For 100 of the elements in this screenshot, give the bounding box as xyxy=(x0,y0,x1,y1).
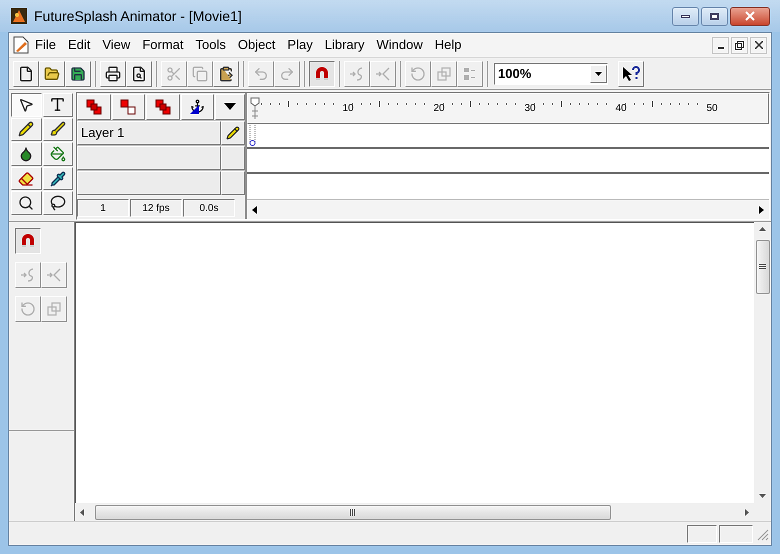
straighten-icon xyxy=(375,66,391,82)
current-layer-pencil-icon xyxy=(226,126,240,140)
copy-icon xyxy=(192,66,208,82)
ruler-label: 10 xyxy=(341,104,355,114)
save-icon xyxy=(70,66,86,82)
print-preview-icon xyxy=(131,66,147,82)
scroll-thumb[interactable] xyxy=(756,240,770,294)
menu-item[interactable]: File xyxy=(29,33,62,57)
undo-icon xyxy=(253,66,269,82)
filled-squares-button[interactable] xyxy=(146,94,180,120)
menu-item[interactable]: Help xyxy=(428,33,468,57)
magnet-icon xyxy=(20,233,36,249)
outlined-squares-button[interactable] xyxy=(112,94,146,120)
menu-item[interactable]: Window xyxy=(370,33,429,57)
new-file-button[interactable] xyxy=(13,60,39,86)
zoom-dropdown[interactable]: 100% xyxy=(494,62,608,84)
eyedropper-icon xyxy=(50,170,66,187)
print-button[interactable] xyxy=(100,60,126,86)
print-preview-button[interactable] xyxy=(126,60,152,86)
context-help-button[interactable] xyxy=(618,60,644,86)
magnet-button[interactable] xyxy=(15,228,41,254)
ruler-label: 20 xyxy=(432,104,446,114)
lasso-tool[interactable] xyxy=(42,191,73,215)
menu-item[interactable]: Play xyxy=(281,33,319,57)
rotate-icon xyxy=(20,301,36,317)
status-pane xyxy=(687,524,717,542)
maximize-icon xyxy=(710,12,719,20)
scale-icon xyxy=(46,301,62,317)
triangle-down-icon xyxy=(224,103,236,110)
eraser-tool[interactable] xyxy=(11,166,42,190)
restore-icon xyxy=(735,40,744,50)
rotate-icon xyxy=(410,66,426,82)
close-button[interactable] xyxy=(730,6,770,26)
menu-item[interactable]: Tools xyxy=(189,33,232,57)
minimize-button[interactable] xyxy=(672,6,699,26)
timeline-scrollbar[interactable] xyxy=(247,199,769,219)
menu-item[interactable]: View xyxy=(96,33,136,57)
ruler-label: 40 xyxy=(614,104,628,114)
minimize-icon xyxy=(681,14,690,18)
scroll-thumb[interactable] xyxy=(95,504,611,520)
maximize-button[interactable] xyxy=(701,6,728,26)
arrow-icon xyxy=(18,96,34,113)
app-icon xyxy=(10,7,28,25)
doc-close-button[interactable] xyxy=(750,36,767,54)
smooth-icon xyxy=(20,267,36,283)
menu-item[interactable]: Format xyxy=(136,33,190,57)
arrow-tool[interactable] xyxy=(11,93,42,117)
timeline-status-field: 1 xyxy=(77,199,129,217)
magnet-icon xyxy=(314,66,330,82)
ink-bottle-tool[interactable] xyxy=(11,142,42,166)
document-icon xyxy=(13,36,29,54)
layer-name[interactable]: Layer 1 xyxy=(77,121,221,145)
smooth-icon xyxy=(349,66,365,82)
save-button[interactable] xyxy=(65,60,91,86)
pencil-icon xyxy=(18,121,34,138)
magnet-button[interactable] xyxy=(309,60,335,86)
filled-squares-icon xyxy=(154,98,172,116)
straighten-icon xyxy=(46,267,62,283)
anchor-icon xyxy=(190,99,206,114)
pencil-tool[interactable] xyxy=(11,118,42,142)
paste-icon xyxy=(218,66,234,82)
brush-tool[interactable] xyxy=(42,118,73,142)
layer-edit-cell xyxy=(221,171,245,195)
scale-icon xyxy=(436,66,452,82)
layer-menu-button[interactable] xyxy=(215,94,246,120)
open-folder-icon xyxy=(44,66,60,82)
menu-item[interactable]: Edit xyxy=(62,33,96,57)
resize-grip-icon xyxy=(755,526,769,540)
doc-minimize-button[interactable] xyxy=(712,36,729,54)
anchor-button[interactable] xyxy=(180,94,214,120)
pointer-question-icon xyxy=(622,66,640,82)
zoom-value: 100% xyxy=(497,64,532,83)
ink-bottle-icon xyxy=(18,146,34,162)
paint-bucket-icon xyxy=(50,146,66,162)
timeline-status-field: 12 fps xyxy=(130,199,182,217)
text-tool-tool[interactable] xyxy=(42,93,73,117)
paint-bucket-tool[interactable] xyxy=(42,142,73,166)
lasso-icon xyxy=(50,195,66,212)
text-tool-icon xyxy=(49,96,66,114)
scroll-left-icon xyxy=(250,204,260,214)
cut-icon xyxy=(166,66,182,82)
eyedropper-tool[interactable] xyxy=(42,166,73,190)
ruler-label: 50 xyxy=(705,104,719,114)
close-icon xyxy=(745,11,755,21)
ruler-label: 30 xyxy=(523,104,537,114)
magnifier-tool[interactable] xyxy=(11,191,42,215)
stacked-squares-icon xyxy=(84,98,103,116)
playhead-icon xyxy=(250,96,260,120)
outlined-squares-icon xyxy=(119,98,138,116)
minimize-icon xyxy=(718,47,724,49)
timeline-status-field: 0.0s xyxy=(183,199,235,217)
open-folder-button[interactable] xyxy=(39,60,65,86)
print-icon xyxy=(105,66,121,82)
menu-item[interactable]: Object xyxy=(232,33,282,57)
menu-item[interactable]: Library xyxy=(318,33,370,57)
stacked-squares-button[interactable] xyxy=(77,94,111,120)
eraser-icon xyxy=(18,170,34,187)
doc-restore-button[interactable] xyxy=(731,36,748,54)
align-icon xyxy=(462,66,478,82)
paste-button[interactable] xyxy=(213,60,239,86)
